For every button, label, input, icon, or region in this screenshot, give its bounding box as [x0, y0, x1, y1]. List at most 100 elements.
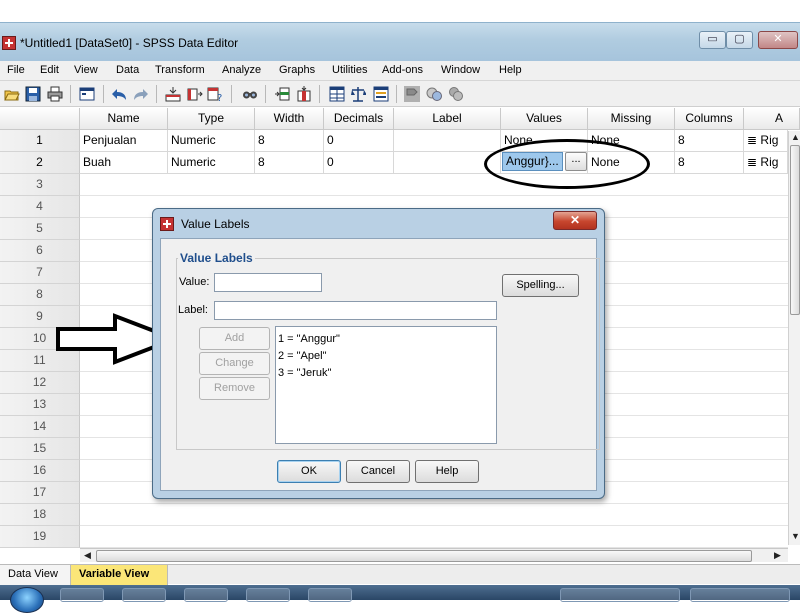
- menu-graphs[interactable]: Graphs: [279, 64, 315, 76]
- cancel-button[interactable]: Cancel: [346, 460, 410, 483]
- list-item[interactable]: 3 = "Jeruk": [276, 365, 496, 382]
- goto-case-icon[interactable]: [165, 86, 181, 102]
- help-button[interactable]: Help: [415, 460, 479, 483]
- redo-icon[interactable]: [133, 86, 149, 102]
- remove-button[interactable]: Remove: [199, 377, 270, 400]
- menu-data[interactable]: Data: [116, 64, 139, 76]
- column-header-width[interactable]: Width: [255, 108, 324, 130]
- row-header[interactable]: 12: [0, 372, 80, 394]
- column-header-type[interactable]: Type: [168, 108, 255, 130]
- value-labels-icon[interactable]: [404, 86, 420, 102]
- cell-columns[interactable]: 8: [675, 152, 744, 174]
- column-header-missing[interactable]: Missing: [588, 108, 675, 130]
- maximize-button[interactable]: ▢: [726, 31, 753, 49]
- value-labels-list[interactable]: 1 = "Anggur" 2 = "Apel" 3 = "Jeruk": [275, 326, 497, 444]
- cell-name[interactable]: Penjualan: [80, 130, 168, 152]
- row-header[interactable]: 7: [0, 262, 80, 284]
- cell-name[interactable]: Buah: [80, 152, 168, 174]
- toolbar-separator: [103, 85, 104, 103]
- cell-width[interactable]: 8: [255, 152, 324, 174]
- row-header[interactable]: 1: [0, 130, 80, 152]
- horizontal-scrollbar[interactable]: ◀ ▶: [80, 548, 788, 562]
- row-header[interactable]: 15: [0, 438, 80, 460]
- start-button[interactable]: [10, 587, 44, 613]
- insert-cases-icon[interactable]: [274, 86, 290, 102]
- row-header[interactable]: 8: [0, 284, 80, 306]
- menu-utilities[interactable]: Utilities: [332, 64, 367, 76]
- row-header[interactable]: 16: [0, 460, 80, 482]
- find-icon[interactable]: [242, 86, 258, 102]
- title-bar: *Untitled1 [DataSet0] - SPSS Data Editor…: [0, 22, 800, 61]
- menu-edit[interactable]: Edit: [40, 64, 59, 76]
- cell-type[interactable]: Numeric: [168, 152, 255, 174]
- column-header-align[interactable]: A: [744, 108, 800, 130]
- scroll-left-icon[interactable]: ◀: [84, 550, 91, 561]
- list-item[interactable]: 2 = "Apel": [276, 348, 496, 365]
- vertical-scrollbar[interactable]: ▲ ▼: [788, 131, 800, 545]
- row-header[interactable]: 19: [0, 526, 80, 548]
- print-icon[interactable]: [47, 86, 63, 102]
- dialog-recall-icon[interactable]: [79, 86, 95, 102]
- close-button[interactable]: ✕: [758, 31, 798, 49]
- list-item[interactable]: 1 = "Anggur": [276, 331, 496, 348]
- cell-decimals[interactable]: 0: [324, 152, 394, 174]
- row-header[interactable]: 18: [0, 504, 80, 526]
- menu-file[interactable]: File: [7, 64, 25, 76]
- show-all-variables-icon[interactable]: [448, 86, 464, 102]
- cell-width[interactable]: 8: [255, 130, 324, 152]
- scroll-right-icon[interactable]: ▶: [774, 550, 781, 561]
- row-header[interactable]: 13: [0, 394, 80, 416]
- cell-decimals[interactable]: 0: [324, 130, 394, 152]
- save-icon[interactable]: [25, 86, 41, 102]
- ok-button[interactable]: OK: [277, 460, 341, 483]
- weight-cases-icon[interactable]: [350, 86, 366, 102]
- cell-label[interactable]: [394, 130, 501, 152]
- menu-window[interactable]: Window: [441, 64, 480, 76]
- tab-variable-view[interactable]: Variable View: [71, 565, 168, 585]
- menu-view[interactable]: View: [74, 64, 98, 76]
- cell-columns[interactable]: 8: [675, 130, 744, 152]
- menu-analyze[interactable]: Analyze: [222, 64, 261, 76]
- split-file-icon[interactable]: [329, 86, 345, 102]
- column-header-values[interactable]: Values: [501, 108, 588, 130]
- tab-data-view[interactable]: Data View: [0, 565, 71, 585]
- column-header-label[interactable]: Label: [394, 108, 501, 130]
- row-header[interactable]: 5: [0, 218, 80, 240]
- open-folder-icon[interactable]: [4, 86, 20, 102]
- toolbar-separator: [156, 85, 157, 103]
- undo-icon[interactable]: [111, 86, 127, 102]
- cell-align[interactable]: ≣ Rig: [744, 130, 788, 152]
- column-header-name[interactable]: Name: [80, 108, 168, 130]
- column-header-columns[interactable]: Columns: [675, 108, 744, 130]
- menu-help[interactable]: Help: [499, 64, 522, 76]
- column-header-decimals[interactable]: Decimals: [324, 108, 394, 130]
- row-header[interactable]: 14: [0, 416, 80, 438]
- row-header[interactable]: 2: [0, 152, 80, 174]
- spss-app-icon[interactable]: [2, 36, 16, 50]
- cell-type[interactable]: Numeric: [168, 130, 255, 152]
- menu-add-ons[interactable]: Add-ons: [382, 64, 423, 76]
- spelling-button[interactable]: Spelling...: [502, 274, 579, 297]
- add-button[interactable]: Add: [199, 327, 270, 350]
- insert-variable-icon[interactable]: [296, 86, 312, 102]
- row-header[interactable]: 3: [0, 174, 80, 196]
- row-header[interactable]: 6: [0, 240, 80, 262]
- row-header[interactable]: 4: [0, 196, 80, 218]
- cell-align[interactable]: ≣ Rig: [744, 152, 788, 174]
- toolbar-separator: [265, 85, 266, 103]
- change-button[interactable]: Change: [199, 352, 270, 375]
- select-cases-icon[interactable]: [373, 86, 389, 102]
- variables-icon[interactable]: ?: [207, 86, 223, 102]
- row-header[interactable]: 17: [0, 482, 80, 504]
- horizontal-scroll-thumb[interactable]: [96, 550, 752, 562]
- use-sets-icon[interactable]: [426, 86, 442, 102]
- goto-variable-icon[interactable]: [187, 86, 203, 102]
- scroll-up-icon[interactable]: ▲: [791, 132, 800, 142]
- dialog-close-button[interactable]: ✕: [553, 211, 597, 230]
- minimize-button[interactable]: ▭: [699, 31, 726, 49]
- menu-transform[interactable]: Transform: [155, 64, 205, 76]
- label-input[interactable]: [214, 301, 497, 320]
- scroll-down-icon[interactable]: ▼: [791, 531, 800, 541]
- value-input[interactable]: [214, 273, 322, 292]
- vertical-scroll-thumb[interactable]: [790, 145, 800, 315]
